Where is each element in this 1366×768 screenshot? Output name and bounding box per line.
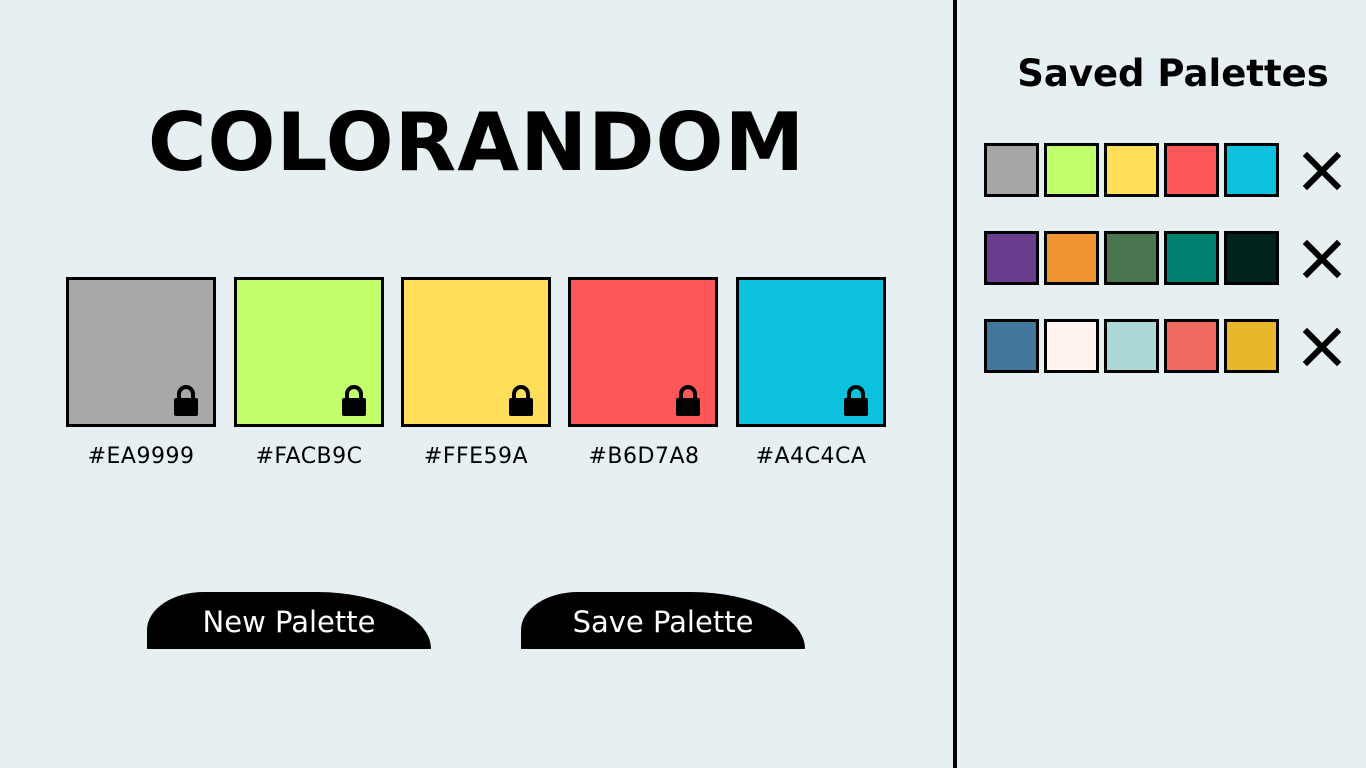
app-root: COLORANDOM #EA9999 #FACB9C #FFE59A #B6D7… [0, 0, 1366, 768]
saved-color-swatch [1044, 319, 1099, 373]
saved-color-swatch [1164, 319, 1219, 373]
hex-code-label: #FACB9C [255, 444, 363, 469]
color-swatch-4[interactable] [568, 277, 718, 427]
saved-color-swatch [1044, 231, 1099, 285]
color-swatch-3[interactable] [401, 277, 551, 427]
saved-color-swatch [1104, 231, 1159, 285]
saved-color-swatch [1224, 231, 1279, 285]
panel-divider [953, 0, 957, 768]
color-swatch-5[interactable] [736, 277, 886, 427]
padlock-icon[interactable] [508, 385, 534, 417]
close-x-icon[interactable] [1302, 327, 1342, 367]
color-swatch-1[interactable] [66, 277, 216, 427]
new-palette-button[interactable]: New Palette [147, 592, 431, 649]
padlock-icon[interactable] [341, 385, 367, 417]
saved-color-swatch [1224, 319, 1279, 373]
padlock-icon[interactable] [675, 385, 701, 417]
color-swatch-2[interactable] [234, 277, 384, 427]
saved-color-swatch [984, 319, 1039, 373]
saved-color-swatch [984, 143, 1039, 197]
close-x-icon[interactable] [1302, 151, 1342, 191]
saved-color-swatch [1104, 143, 1159, 197]
app-title: COLORANDOM [147, 96, 806, 189]
padlock-icon[interactable] [843, 385, 869, 417]
saved-palettes-heading: Saved Palettes [1017, 52, 1329, 95]
hex-code-label: #FFE59A [423, 444, 529, 469]
saved-color-swatch [1164, 143, 1219, 197]
saved-color-swatch [1044, 143, 1099, 197]
hex-code-label: #B6D7A8 [588, 444, 700, 469]
saved-color-swatch [1224, 143, 1279, 197]
saved-color-swatch [984, 231, 1039, 285]
padlock-icon[interactable] [173, 385, 199, 417]
hex-code-label: #EA9999 [87, 444, 195, 469]
saved-color-swatch [1104, 319, 1159, 373]
hex-code-label: #A4C4CA [755, 444, 867, 469]
close-x-icon[interactable] [1302, 239, 1342, 279]
saved-color-swatch [1164, 231, 1219, 285]
save-palette-button[interactable]: Save Palette [521, 592, 805, 649]
